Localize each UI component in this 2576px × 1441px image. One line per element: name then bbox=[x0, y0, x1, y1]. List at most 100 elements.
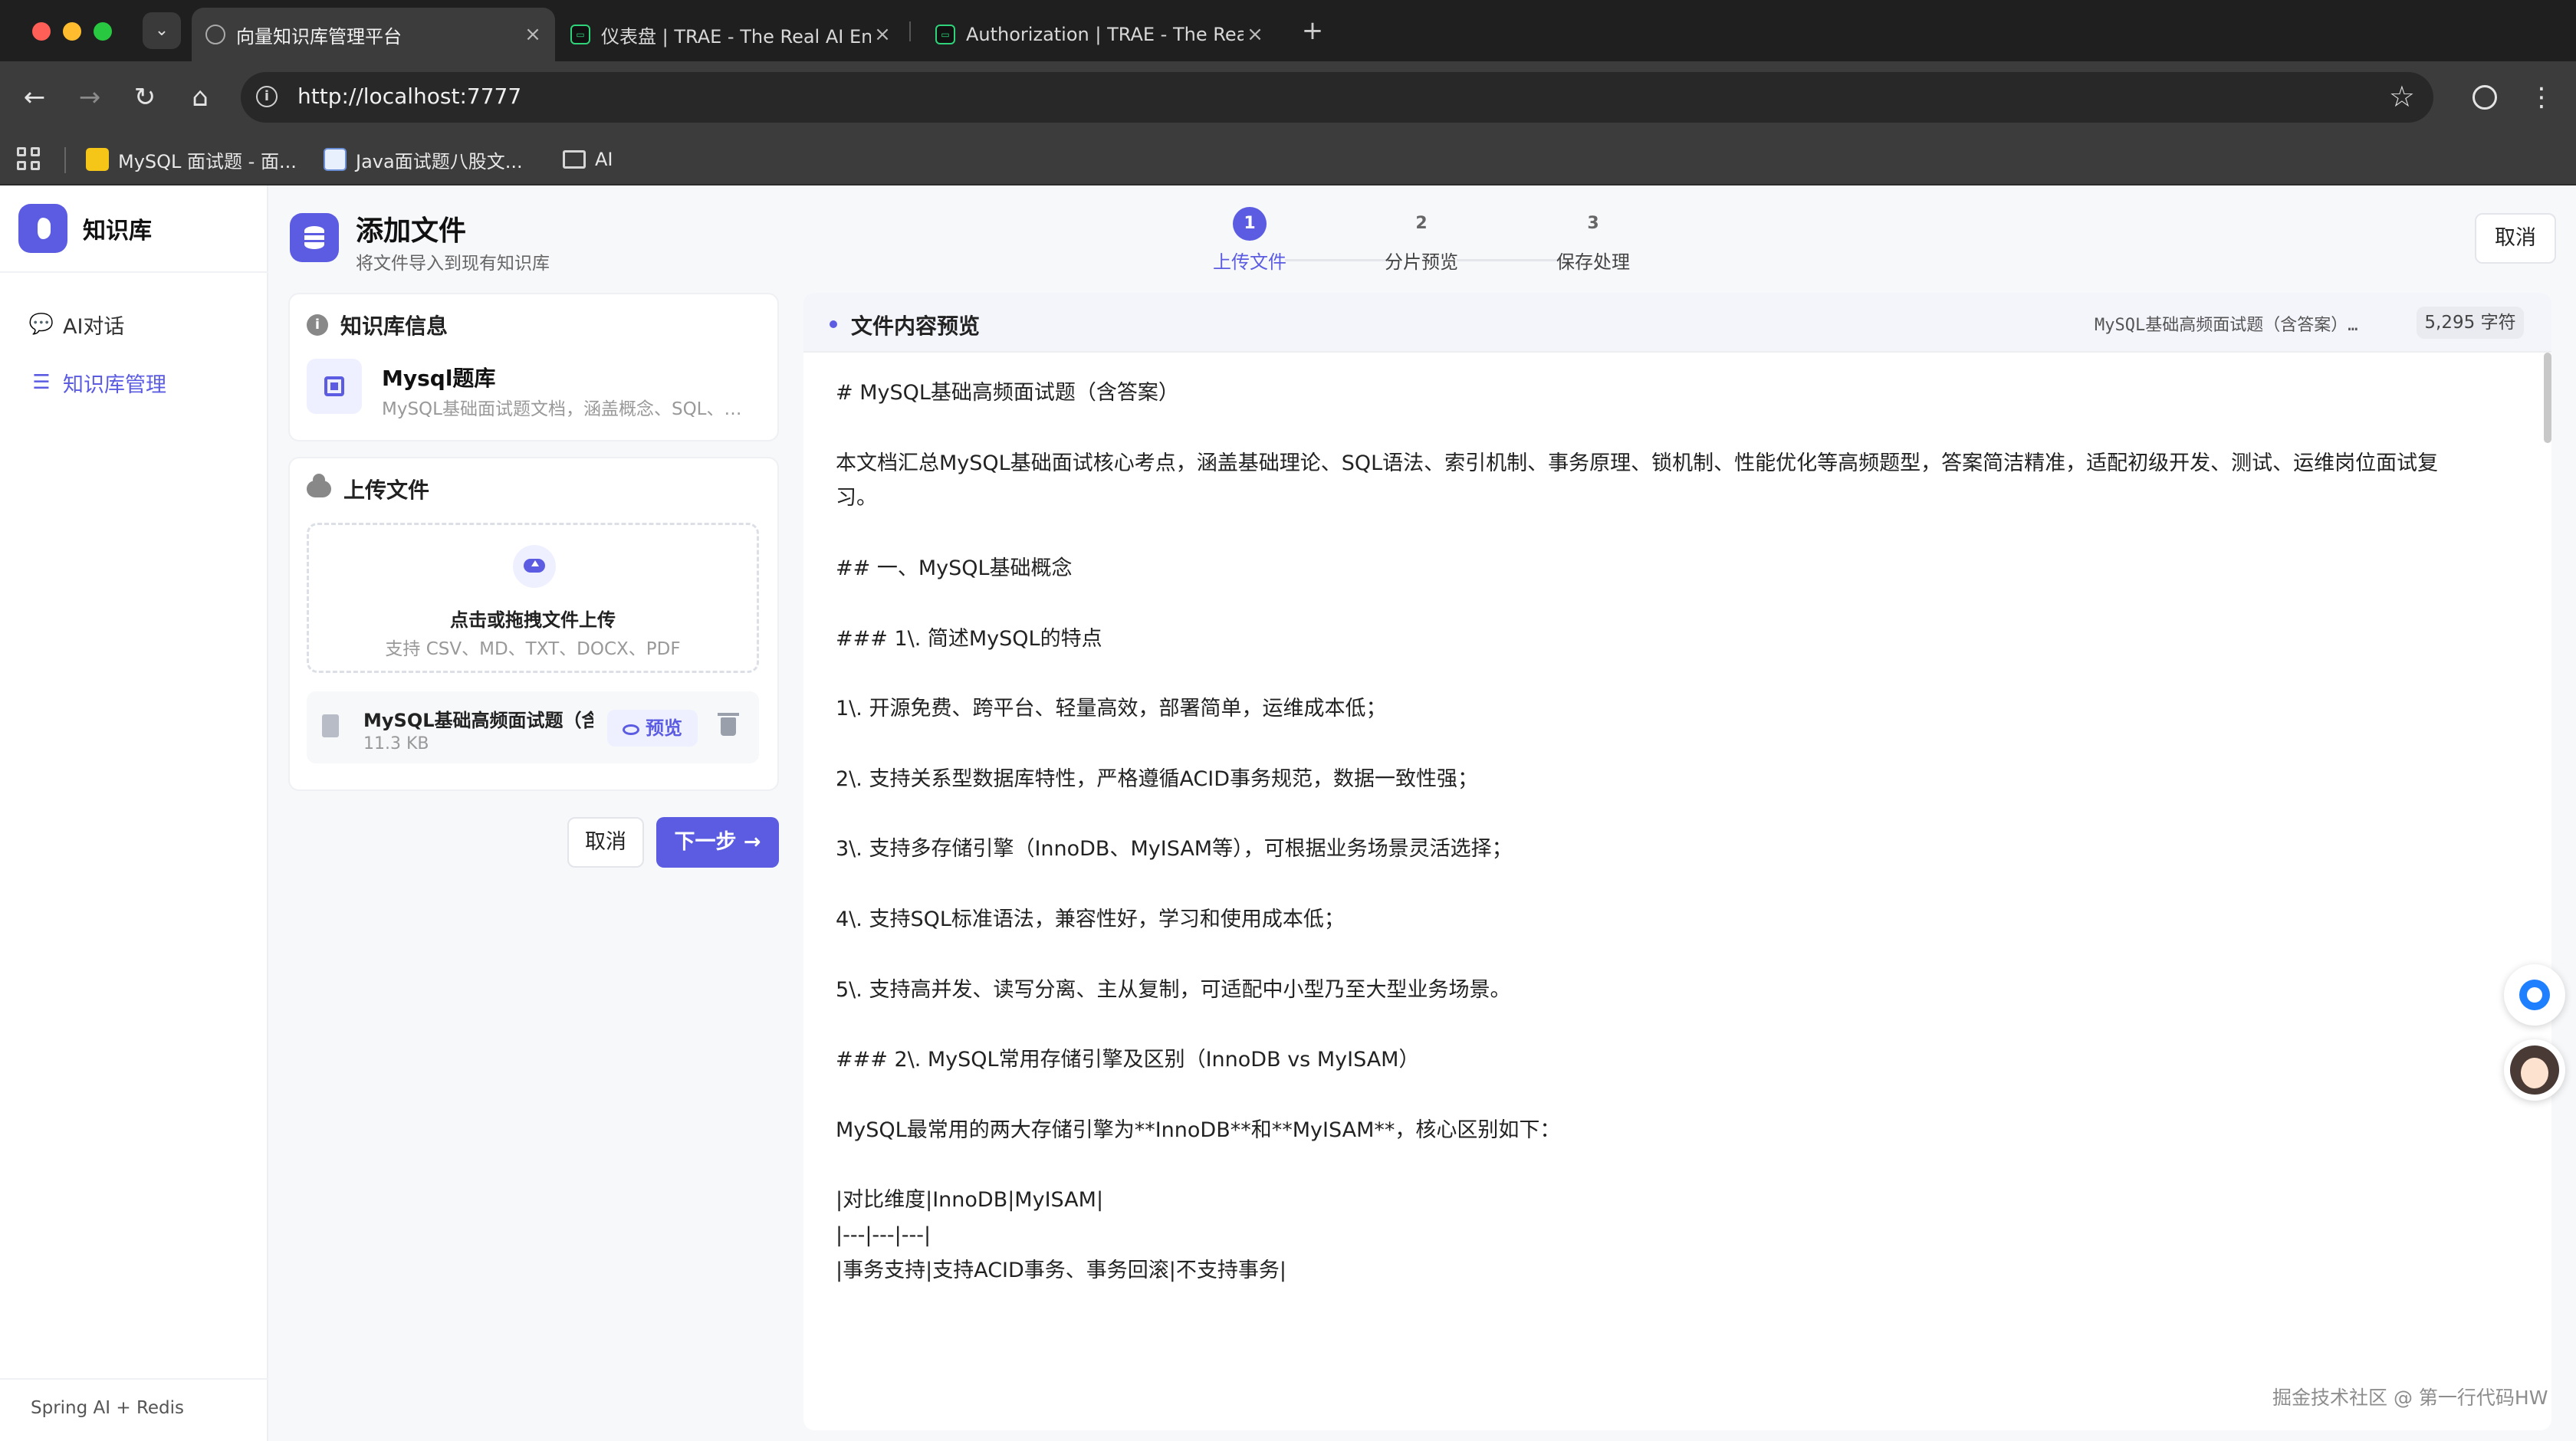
preview-dot-icon bbox=[830, 320, 837, 328]
file-name: MySQL基础高频面试题（含答案）.md bbox=[363, 710, 593, 731]
new-tab-plus-icon[interactable]: + bbox=[1296, 14, 1329, 48]
brand[interactable]: 知识库 bbox=[18, 204, 152, 253]
watermark: 掘金技术社区 @ 第一行代码HW bbox=[2272, 1387, 2548, 1409]
preview-line: ## 一、MySQL基础概念 bbox=[836, 556, 1073, 580]
sidebar-item-ai-chat[interactable]: 💬 AI对话 bbox=[28, 305, 125, 343]
bookmark-star-icon[interactable]: ☆ bbox=[2389, 80, 2415, 113]
next-step-button[interactable]: 下一步 → bbox=[656, 817, 779, 868]
tab-close-icon[interactable]: × bbox=[521, 23, 544, 46]
url-text[interactable]: http://localhost:7777 bbox=[297, 84, 521, 109]
address-bar[interactable]: i http://localhost:7777 ☆ bbox=[241, 72, 2433, 123]
sidebar-footer: Spring AI + Redis bbox=[31, 1398, 185, 1418]
file-size: 11.3 KB bbox=[363, 734, 429, 753]
step-number: 2 bbox=[1415, 214, 1428, 233]
tab-title: Authorization | TRAE - The Real AI Engin… bbox=[966, 24, 1244, 45]
forward-arrow-icon[interactable]: → bbox=[71, 78, 109, 117]
preview-title: 文件内容预览 bbox=[851, 313, 981, 339]
kb-name: Mysql题库 bbox=[382, 366, 496, 391]
page-subtitle: 将文件导入到现有知识库 bbox=[356, 254, 550, 274]
kb-description: MySQL基础面试题文档，涵盖概念、SQL、索引、事务等 bbox=[382, 399, 750, 419]
sidebar-item-label: 知识库管理 bbox=[63, 373, 166, 397]
preview-header: 文件内容预览 MySQL基础高频面试题（含答案）.md 5,295 字符 bbox=[803, 293, 2551, 353]
char-count-badge: 5,295 字符 bbox=[2417, 307, 2524, 339]
preview-line: ### 1\. 简述MySQL的特点 bbox=[836, 626, 1102, 651]
minimize-window-button[interactable] bbox=[63, 22, 81, 41]
profile-icon[interactable] bbox=[2464, 77, 2505, 118]
dropzone-title: 点击或拖拽文件上传 bbox=[450, 609, 616, 631]
kb-info-card: i 知识库信息 Mysql题库 MySQL基础面试题文档，涵盖概念、SQL、索引… bbox=[288, 293, 779, 441]
globe-icon bbox=[205, 25, 225, 44]
info-icon: i bbox=[307, 314, 328, 336]
tab-title: 仪表盘 | TRAE - The Real AI Engineer bbox=[601, 25, 871, 48]
uploaded-file-item: MySQL基础高频面试题（含答案）.md 11.3 KB 预览 bbox=[307, 691, 759, 763]
preview-line: 1\. 开源免费、跨平台、轻量高效，部署简单，运维成本低； bbox=[836, 697, 1387, 721]
eye-icon bbox=[623, 724, 639, 735]
preview-line: 2\. 支持关系型数据库特性，严格遵循ACID事务规范，数据一致性强； bbox=[836, 766, 1479, 791]
step-upload[interactable]: 1 上传文件 bbox=[1196, 207, 1303, 274]
bookmark-folder-ai[interactable]: AI bbox=[563, 143, 613, 176]
back-arrow-icon[interactable]: ← bbox=[15, 78, 54, 117]
browser-tab-trae-authorization[interactable]: ▭ Authorization | TRAE - The Real AI Eng… bbox=[922, 8, 1277, 61]
upload-heading-label: 上传文件 bbox=[343, 478, 430, 503]
preview-line: 4\. 支持SQL标准语法，兼容性好，学习和使用成本低； bbox=[836, 908, 1345, 931]
preview-label: 预览 bbox=[646, 717, 682, 739]
sidebar: 知识库 💬 AI对话 ☰ 知识库管理 Spring AI + Redis bbox=[0, 185, 268, 1441]
close-window-button[interactable] bbox=[32, 22, 51, 41]
file-preview-button[interactable]: 预览 bbox=[607, 710, 698, 747]
trash-icon[interactable] bbox=[718, 713, 739, 736]
browser-tab-trae-dashboard[interactable]: ▭ 仪表盘 | TRAE - The Real AI Engineer × bbox=[557, 8, 905, 61]
preview-content[interactable]: # MySQL基础高频面试题（含答案） 本文档汇总MySQL基础面试核心考点，涵盖… bbox=[803, 353, 2551, 1430]
floating-assistant-button[interactable] bbox=[2504, 964, 2565, 1026]
preview-line: 3\. 支持多存储引擎（InnoDB、MyISAM等），可根据业务场景灵活选择； bbox=[836, 837, 1513, 862]
brand-name: 知识库 bbox=[83, 218, 152, 245]
apps-grid-icon[interactable] bbox=[17, 147, 43, 173]
trae-icon: ▭ bbox=[570, 25, 590, 44]
step-chunk-preview[interactable]: 2 分片预览 bbox=[1368, 207, 1475, 274]
preview-line: |---|---|---| bbox=[836, 1223, 932, 1248]
folder-icon bbox=[563, 150, 586, 169]
avatar[interactable] bbox=[2504, 1039, 2565, 1101]
header-cancel-button[interactable]: 取消 bbox=[2475, 213, 2556, 264]
preview-scrollbar[interactable] bbox=[2544, 353, 2551, 443]
kb-info-heading-label: 知识库信息 bbox=[340, 313, 449, 339]
browser-tab-strip: ⌄ 向量知识库管理平台 × ▭ 仪表盘 | TRAE - The Real AI… bbox=[0, 0, 2576, 61]
zoom-window-button[interactable] bbox=[94, 22, 112, 41]
tab-close-icon[interactable]: × bbox=[871, 23, 894, 46]
bookmark-java-interview[interactable]: Java面试题八股文... bbox=[324, 143, 523, 176]
preview-line: MySQL最常用的两大存储引擎为**InnoDB**和**MyISAM**，核心… bbox=[836, 1118, 1561, 1142]
stepper: 1 上传文件 2 分片预览 3 保存处理 bbox=[1196, 207, 1656, 276]
file-content-preview: 文件内容预览 MySQL基础高频面试题（含答案）.md 5,295 字符 # M… bbox=[803, 293, 2551, 1441]
preview-line: 5\. 支持高并发、读写分离、主从复制，可适配中小型乃至大型业务场景。 bbox=[836, 977, 1511, 1002]
site-info-icon[interactable]: i bbox=[256, 86, 278, 107]
tab-search-chevron-icon[interactable]: ⌄ bbox=[143, 12, 181, 49]
cancel-button[interactable]: 取消 bbox=[567, 817, 644, 868]
upload-heading: 上传文件 bbox=[307, 474, 429, 504]
sidebar-footer-divider bbox=[0, 1378, 268, 1380]
more-menu-icon[interactable]: ⋮ bbox=[2521, 77, 2562, 118]
step-save-process[interactable]: 3 保存处理 bbox=[1539, 207, 1647, 274]
home-icon[interactable]: ⌂ bbox=[181, 78, 219, 117]
file-dropzone[interactable]: 点击或拖拽文件上传 支持 CSV、MD、TXT、DOCX、PDF bbox=[307, 523, 759, 673]
database-icon bbox=[290, 213, 339, 262]
preview-line: 习。 bbox=[836, 486, 877, 510]
app-root: 知识库 💬 AI对话 ☰ 知识库管理 Spring AI + Redis 添加文… bbox=[0, 185, 2576, 1441]
preview-file-name: MySQL基础高频面试题（含答案）.md bbox=[2095, 316, 2363, 335]
sidebar-item-label: AI对话 bbox=[63, 314, 125, 339]
reload-icon[interactable]: ↻ bbox=[126, 78, 164, 117]
bookmark-favicon-icon bbox=[324, 148, 347, 171]
preview-line: |对比维度|InnoDB|MyISAM| bbox=[836, 1188, 1104, 1213]
tab-close-icon[interactable]: × bbox=[1244, 23, 1267, 46]
bookmark-label: Java面试题八股文... bbox=[356, 150, 523, 172]
chat-icon: 💬 bbox=[28, 313, 54, 336]
dropzone-hint: 支持 CSV、MD、TXT、DOCX、PDF bbox=[385, 639, 681, 659]
bookmarks-bar: MySQL 面试题 - 面... Java面试题八股文... AI bbox=[0, 133, 2576, 185]
brain-logo-icon bbox=[18, 204, 67, 253]
sidebar-divider bbox=[0, 271, 268, 273]
bookmark-label: MySQL 面试题 - 面... bbox=[118, 150, 297, 172]
step-label: 保存处理 bbox=[1556, 251, 1630, 273]
preview-line: ### 2\. MySQL常用存储引擎及区别（InnoDB vs MyISAM） bbox=[836, 1048, 1420, 1072]
browser-tab-knowledge-platform[interactable]: 向量知识库管理平台 × bbox=[192, 8, 555, 61]
sidebar-item-kb-management[interactable]: ☰ 知识库管理 bbox=[28, 363, 166, 402]
bookmark-mysql-interview[interactable]: MySQL 面试题 - 面... bbox=[86, 143, 297, 176]
list-icon: ☰ bbox=[32, 371, 51, 394]
